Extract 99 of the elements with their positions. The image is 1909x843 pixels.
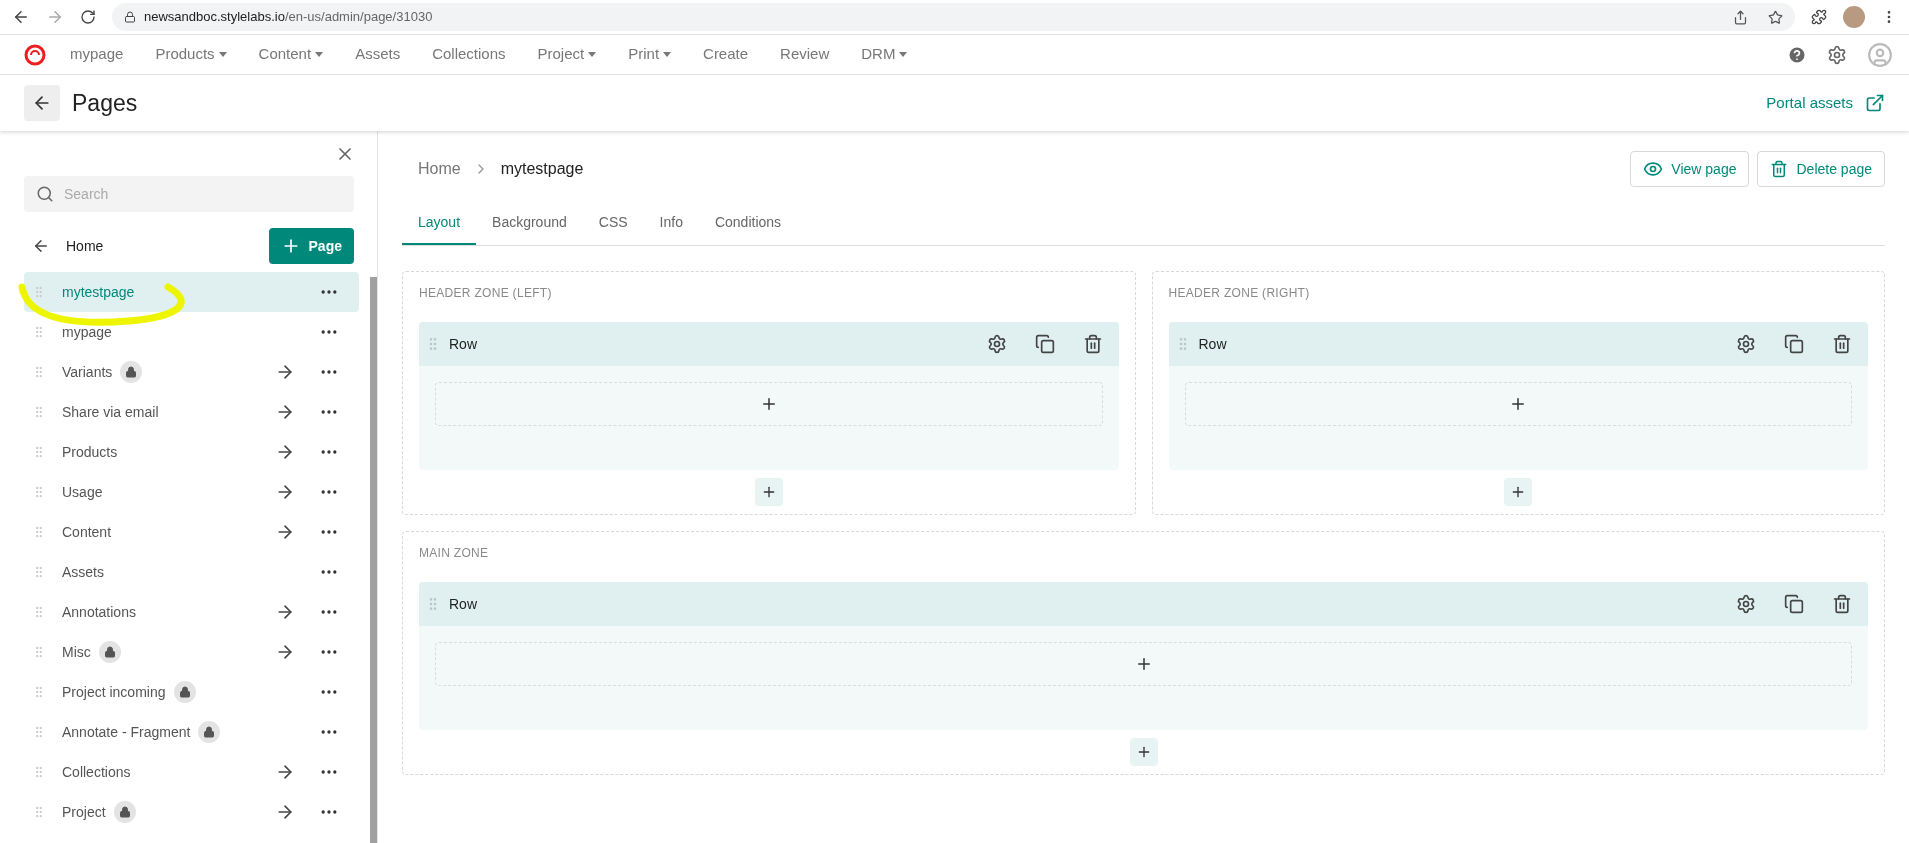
zone-title: MAIN ZONE (419, 545, 490, 562)
page-name: Project incoming (62, 682, 166, 702)
add-row-button[interactable] (754, 478, 783, 506)
add-row-button[interactable] (1504, 478, 1533, 506)
settings-icon[interactable] (1736, 334, 1756, 354)
page-list-item[interactable]: Annotations (24, 592, 359, 632)
page-name: Assets (62, 562, 104, 582)
page-list-item[interactable]: Content (24, 512, 359, 552)
page-list-item[interactable]: Project (24, 792, 359, 832)
page-name: Annotate - Fragment (62, 722, 191, 742)
page-name: Content (62, 522, 112, 542)
back-icon[interactable] (12, 8, 30, 26)
star-icon[interactable] (1768, 9, 1783, 25)
tab[interactable]: Conditions (698, 212, 798, 245)
copy-icon[interactable] (1784, 334, 1804, 354)
trash-icon[interactable] (1082, 334, 1103, 354)
page-name: Collections (62, 762, 131, 782)
row-label: Row (449, 594, 477, 614)
nav-link[interactable]: Create (703, 43, 749, 66)
profile-avatar[interactable] (1843, 6, 1865, 28)
settings-icon[interactable] (1827, 44, 1847, 65)
share-icon[interactable] (1733, 9, 1748, 25)
caret-icon (588, 52, 597, 57)
page-list-item[interactable]: Products (24, 432, 359, 472)
page-list-item[interactable]: Misc (24, 632, 359, 672)
external-link-icon (1865, 93, 1885, 113)
caret-icon (218, 52, 227, 57)
tab[interactable]: Layout (402, 212, 477, 245)
page-name: Misc (62, 642, 91, 662)
scrollbar-thumb[interactable] (370, 277, 377, 843)
trash-icon[interactable] (1832, 334, 1852, 354)
tab[interactable]: Background (476, 212, 583, 245)
page-list-item[interactable]: Annotate - Fragment (24, 712, 359, 752)
nav-link[interactable]: DRM (861, 43, 908, 66)
copy-icon[interactable] (1034, 334, 1055, 354)
page-name: Project (62, 802, 106, 822)
page-name: Annotations (62, 602, 136, 622)
help-icon[interactable] (1787, 44, 1807, 65)
view-page-button[interactable]: View page (1630, 151, 1750, 187)
copy-icon[interactable] (1784, 594, 1804, 614)
add-row-button[interactable] (1129, 738, 1158, 766)
nav-link[interactable]: Collections (432, 43, 506, 66)
search-field[interactable]: Search (24, 176, 354, 212)
page-list-item[interactable]: Share via email (24, 392, 359, 432)
logo-icon[interactable] (24, 43, 46, 66)
page-list-item[interactable]: Usage (24, 472, 359, 512)
nav-link[interactable]: Content (258, 43, 324, 66)
row-label: Row (449, 334, 477, 354)
portal-assets-link[interactable]: Portal assets (1766, 91, 1885, 115)
page-title: Pages (72, 88, 138, 118)
back-icon[interactable] (32, 237, 50, 255)
lock-badge (113, 801, 136, 823)
caret-icon (315, 52, 324, 57)
breadcrumb-current: mytestpage (500, 159, 584, 179)
page-list-item[interactable]: Project incoming (24, 672, 359, 712)
nav-link[interactable]: Project (537, 43, 597, 66)
parent-page-label: Home (66, 236, 104, 256)
trash-icon (1770, 160, 1789, 178)
nav-link[interactable]: Review (780, 43, 830, 66)
page-name: Usage (62, 482, 103, 502)
zone-title: HEADER ZONE (LEFT) (419, 285, 553, 302)
search-icon (36, 185, 54, 203)
page-list-item[interactable]: mytestpage (24, 272, 359, 312)
tab[interactable]: CSS (582, 212, 644, 245)
lock-badge (173, 681, 196, 703)
page-name: mypage (62, 322, 112, 342)
page-list-item[interactable]: Assets (24, 552, 359, 592)
settings-icon[interactable] (986, 334, 1007, 354)
puzzle-icon[interactable] (1811, 9, 1827, 25)
address-bar[interactable]: newsandboc.stylelabs.io/en-us/admin/page/31030 (112, 3, 1795, 31)
settings-icon[interactable] (1736, 594, 1756, 614)
lock-badge (120, 361, 143, 383)
breadcrumb-link[interactable]: Home (418, 157, 461, 181)
caret-icon (899, 52, 908, 57)
delete-page-button[interactable]: Delete page (1757, 151, 1885, 187)
trash-icon[interactable] (1832, 594, 1852, 614)
lock-badge (98, 641, 121, 663)
nav-link[interactable]: Print (628, 43, 672, 66)
page-list-item[interactable]: Collections (24, 752, 359, 792)
nav-link[interactable]: Assets (355, 43, 401, 66)
zone-title: HEADER ZONE (RIGHT) (1168, 285, 1311, 302)
back-button[interactable] (24, 85, 60, 121)
lock-badge (198, 721, 221, 743)
add-page-button[interactable]: Page (268, 228, 354, 264)
lock-icon (124, 11, 136, 23)
page-name: mytestpage (62, 282, 135, 302)
page-list-item[interactable]: mypage (24, 312, 359, 352)
page-list-item[interactable]: Variants (24, 352, 359, 392)
row-label: Row (1198, 334, 1227, 354)
page-name: Variants (62, 362, 113, 382)
url-text: newsandboc.stylelabs.io/en-us/admin/page/31030 (144, 8, 433, 27)
nav-link[interactable]: Products (155, 43, 227, 66)
caret-icon (663, 52, 672, 57)
page-name: Products (62, 442, 118, 462)
tab[interactable]: Info (643, 212, 699, 245)
eye-icon (1643, 159, 1664, 179)
reload-icon[interactable] (80, 9, 96, 25)
nav-link[interactable]: mypage (70, 43, 124, 66)
page-name: Share via email (62, 402, 159, 422)
